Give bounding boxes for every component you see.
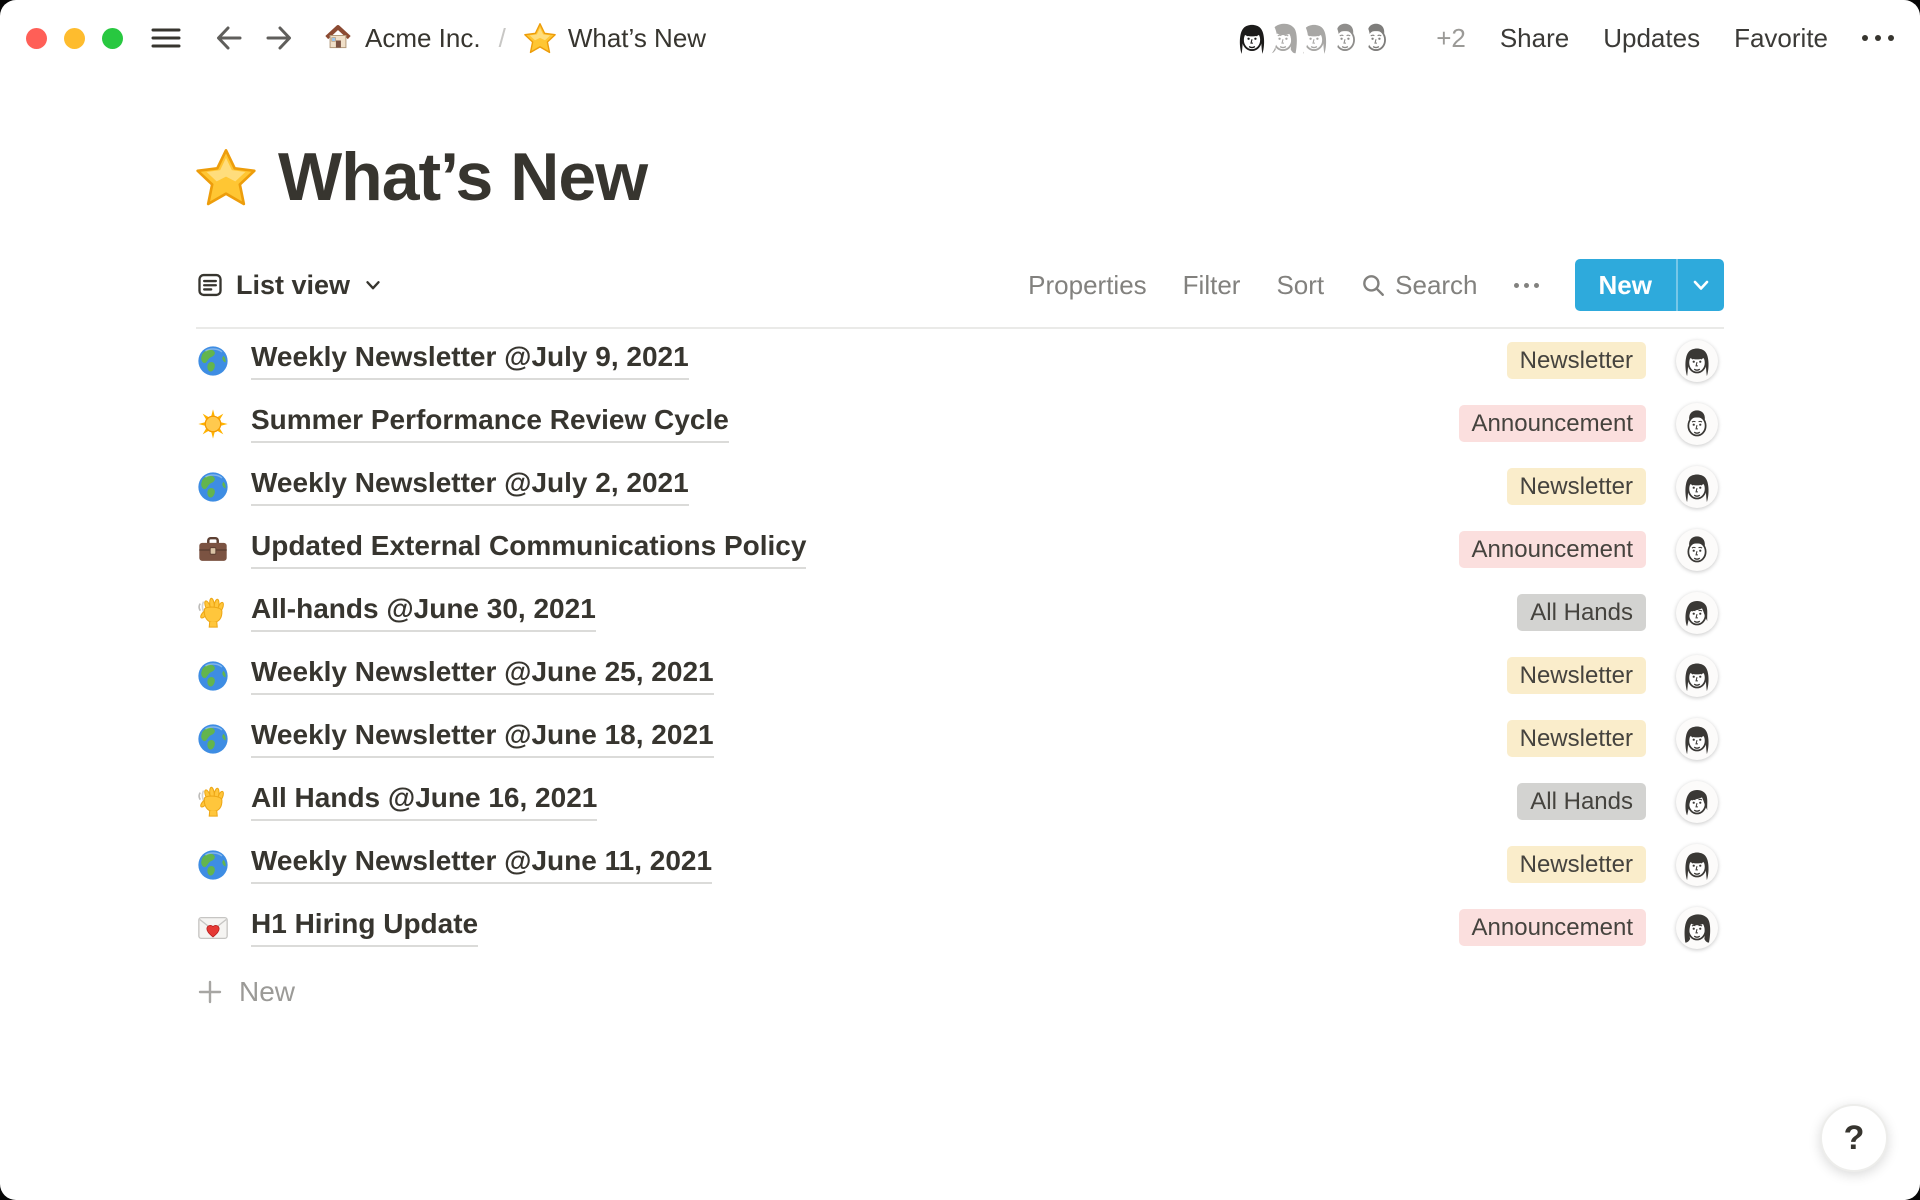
list-item[interactable]: Weekly Newsletter @June 25, 2021 Newslett… bbox=[196, 644, 1724, 707]
tag-badge[interactable]: Announcement bbox=[1459, 405, 1646, 442]
page-link[interactable]: Weekly Newsletter @June 11, 2021 bbox=[251, 845, 712, 883]
search-label: Search bbox=[1395, 270, 1477, 301]
globe-icon bbox=[196, 470, 234, 504]
person-avatar[interactable] bbox=[1676, 718, 1718, 760]
collaborator-avatars[interactable] bbox=[1230, 16, 1398, 60]
page-emoji-star-icon[interactable] bbox=[196, 147, 256, 207]
tag-badge[interactable]: Newsletter bbox=[1507, 468, 1646, 505]
globe-icon bbox=[196, 344, 234, 378]
page-name: What’s New bbox=[568, 23, 706, 54]
breadcrumb-page[interactable]: What’s New bbox=[524, 22, 706, 54]
updates-button[interactable]: Updates bbox=[1603, 23, 1700, 54]
wave-icon bbox=[196, 596, 234, 630]
page-link[interactable]: H1 Hiring Update bbox=[251, 908, 478, 946]
collection-toolbar: List view Properties Filter Sort Search … bbox=[196, 258, 1724, 312]
new-button[interactable]: New bbox=[1575, 259, 1724, 311]
favorite-button[interactable]: Favorite bbox=[1734, 23, 1828, 54]
add-new-row-label: New bbox=[239, 976, 295, 1008]
tag-badge[interactable]: All Hands bbox=[1517, 783, 1646, 820]
app-window: Acme Inc. / What’s New bbox=[0, 0, 1920, 1200]
person-avatar[interactable] bbox=[1676, 340, 1718, 382]
tag-badge[interactable]: Announcement bbox=[1459, 909, 1646, 946]
page-link[interactable]: All Hands @June 16, 2021 bbox=[251, 782, 597, 820]
filter-button[interactable]: Filter bbox=[1183, 270, 1241, 301]
add-new-row-button[interactable]: New bbox=[196, 959, 1724, 1025]
forward-button[interactable] bbox=[263, 22, 295, 54]
avatar-overflow-count[interactable]: +2 bbox=[1436, 23, 1466, 54]
page-link[interactable]: Updated External Communications Policy bbox=[251, 530, 806, 568]
wave-icon bbox=[196, 785, 234, 819]
minimize-button[interactable] bbox=[64, 28, 85, 49]
page-link[interactable]: Weekly Newsletter @July 9, 2021 bbox=[251, 341, 689, 379]
person-avatar[interactable] bbox=[1676, 907, 1718, 949]
list-view-rows: Weekly Newsletter @July 9, 2021 Newslette… bbox=[196, 329, 1724, 959]
chevron-down-icon bbox=[362, 274, 384, 296]
list-item[interactable]: Summer Performance Review Cycle Announcem… bbox=[196, 392, 1724, 455]
page-link[interactable]: Weekly Newsletter @June 18, 2021 bbox=[251, 719, 714, 757]
person-avatar[interactable] bbox=[1676, 781, 1718, 823]
help-label: ? bbox=[1844, 1119, 1865, 1158]
zoom-button[interactable] bbox=[102, 28, 123, 49]
breadcrumb-workspace[interactable]: Acme Inc. bbox=[323, 23, 481, 54]
tag-badge[interactable]: All Hands bbox=[1517, 594, 1646, 631]
breadcrumb: Acme Inc. / What’s New bbox=[323, 22, 706, 54]
list-item[interactable]: Weekly Newsletter @June 11, 2021 Newslett… bbox=[196, 833, 1724, 896]
briefcase-icon bbox=[196, 533, 234, 567]
list-item[interactable]: Updated External Communications Policy An… bbox=[196, 518, 1724, 581]
list-item[interactable]: All-hands @June 30, 2021 All Hands bbox=[196, 581, 1724, 644]
new-button-label[interactable]: New bbox=[1575, 259, 1676, 311]
share-button[interactable]: Share bbox=[1500, 23, 1569, 54]
new-dropdown-button[interactable] bbox=[1678, 259, 1724, 311]
more-options-icon[interactable] bbox=[1862, 35, 1894, 41]
page-link[interactable]: Weekly Newsletter @July 2, 2021 bbox=[251, 467, 689, 505]
globe-icon bbox=[196, 848, 234, 882]
search-icon bbox=[1360, 272, 1386, 298]
person-avatar[interactable] bbox=[1676, 529, 1718, 571]
tag-badge[interactable]: Newsletter bbox=[1507, 846, 1646, 883]
tag-badge[interactable]: Newsletter bbox=[1507, 720, 1646, 757]
menu-icon[interactable] bbox=[149, 23, 183, 53]
tag-badge[interactable]: Newsletter bbox=[1507, 657, 1646, 694]
traffic-lights bbox=[26, 28, 123, 49]
sort-button[interactable]: Sort bbox=[1276, 270, 1324, 301]
breadcrumb-separator: / bbox=[499, 23, 506, 54]
page-link[interactable]: Summer Performance Review Cycle bbox=[251, 404, 729, 442]
star-icon bbox=[524, 22, 556, 54]
page-link[interactable]: All-hands @June 30, 2021 bbox=[251, 593, 596, 631]
list-view-icon bbox=[196, 271, 224, 299]
globe-icon bbox=[196, 722, 234, 756]
list-item[interactable]: Weekly Newsletter @July 2, 2021 Newslette… bbox=[196, 455, 1724, 518]
person-avatar[interactable] bbox=[1676, 592, 1718, 634]
love-letter-icon bbox=[196, 911, 234, 945]
list-item[interactable]: Weekly Newsletter @June 18, 2021 Newslett… bbox=[196, 707, 1724, 770]
search-button[interactable]: Search bbox=[1360, 270, 1477, 301]
tag-badge[interactable]: Newsletter bbox=[1507, 342, 1646, 379]
collaborator-avatar[interactable] bbox=[1230, 16, 1274, 60]
view-switcher[interactable]: List view bbox=[196, 270, 384, 301]
window-titlebar: Acme Inc. / What’s New bbox=[0, 0, 1920, 76]
person-avatar[interactable] bbox=[1676, 466, 1718, 508]
page-link[interactable]: Weekly Newsletter @June 25, 2021 bbox=[251, 656, 714, 694]
back-button[interactable] bbox=[213, 22, 245, 54]
person-avatar[interactable] bbox=[1676, 844, 1718, 886]
sun-icon bbox=[196, 407, 234, 441]
list-item[interactable]: All Hands @June 16, 2021 All Hands bbox=[196, 770, 1724, 833]
view-label: List view bbox=[236, 270, 350, 301]
toolbar-more-icon[interactable] bbox=[1514, 283, 1539, 288]
list-item[interactable]: H1 Hiring Update Announcement bbox=[196, 896, 1724, 959]
page-header: What’s New bbox=[196, 138, 1724, 216]
house-icon bbox=[323, 23, 353, 53]
properties-button[interactable]: Properties bbox=[1028, 270, 1147, 301]
page-title: What’s New bbox=[278, 138, 647, 216]
list-item[interactable]: Weekly Newsletter @July 9, 2021 Newslette… bbox=[196, 329, 1724, 392]
globe-icon bbox=[196, 659, 234, 693]
workspace-name: Acme Inc. bbox=[365, 23, 481, 54]
person-avatar[interactable] bbox=[1676, 655, 1718, 697]
person-avatar[interactable] bbox=[1676, 403, 1718, 445]
close-button[interactable] bbox=[26, 28, 47, 49]
plus-icon bbox=[196, 978, 224, 1006]
tag-badge[interactable]: Announcement bbox=[1459, 531, 1646, 568]
help-button[interactable]: ? bbox=[1820, 1104, 1888, 1172]
